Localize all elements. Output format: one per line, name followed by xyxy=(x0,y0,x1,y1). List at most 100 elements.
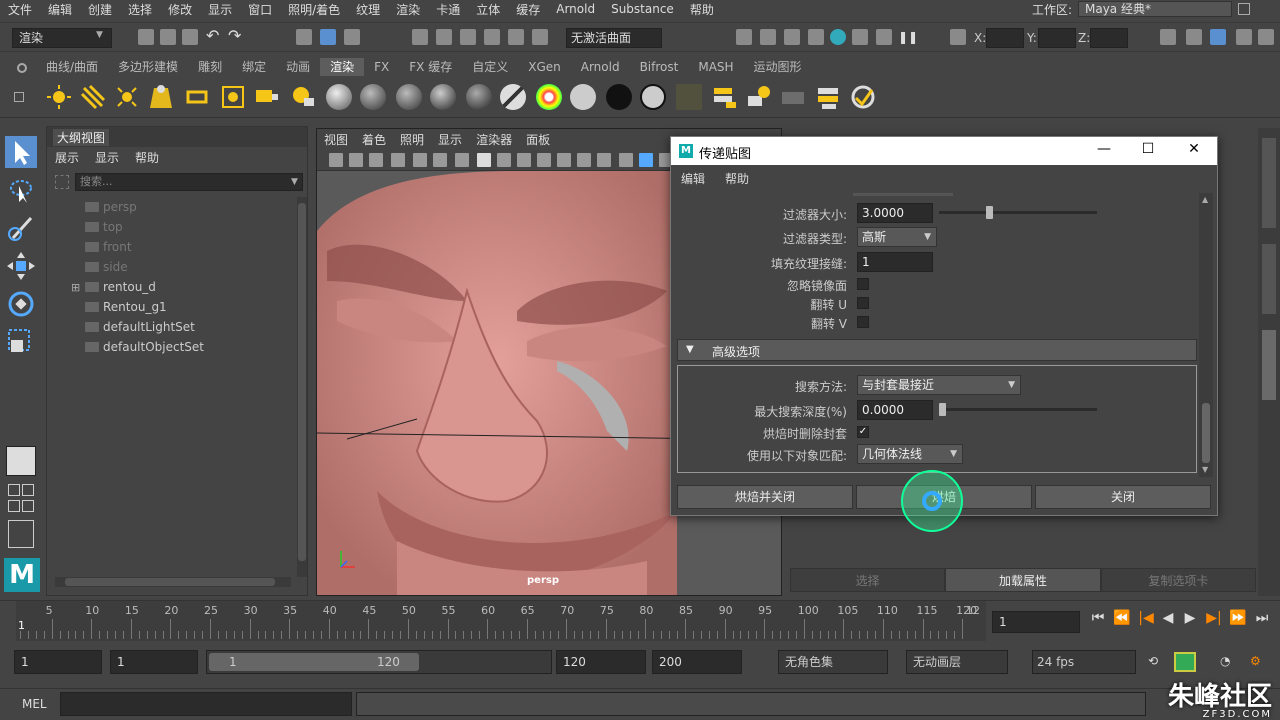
step-forward-frame-icon[interactable]: ▶| xyxy=(1204,610,1224,626)
playback-prefs-icon[interactable]: ⚙ xyxy=(1250,654,1266,670)
outliner-item[interactable]: Rentou_g1 xyxy=(85,297,167,317)
lasso-tool-icon[interactable] xyxy=(5,174,37,206)
menu-item-8[interactable]: 纹理 xyxy=(348,1,388,18)
menu-item-15[interactable]: 帮助 xyxy=(682,1,722,18)
render-setup-icon[interactable] xyxy=(254,84,280,110)
y-field[interactable] xyxy=(1038,28,1076,48)
dialog-scrollbar[interactable]: ▲ ▼ xyxy=(1199,193,1213,477)
outliner-layout-icon[interactable] xyxy=(8,500,20,512)
viewport-menu-5[interactable]: 面板 xyxy=(519,129,557,149)
viewport-menu-0[interactable]: 视图 xyxy=(317,129,355,149)
single-pane-layout-icon[interactable] xyxy=(6,446,36,476)
menu-item-5[interactable]: 显示 xyxy=(200,1,240,18)
minimize-icon[interactable]: — xyxy=(1089,141,1119,157)
select-tool-icon[interactable] xyxy=(5,136,37,168)
menu-item-9[interactable]: 渲染 xyxy=(388,1,428,18)
outliner-toggle-icon[interactable] xyxy=(1258,29,1274,45)
expand-icon[interactable]: ⊞ xyxy=(71,281,80,294)
filter-size-slider[interactable] xyxy=(939,211,1097,214)
use-background-icon[interactable] xyxy=(606,84,632,110)
assign-material-icon[interactable] xyxy=(712,84,738,110)
light-editor-icon[interactable] xyxy=(290,84,316,110)
auto-key-icon[interactable] xyxy=(1174,652,1196,672)
outliner-item[interactable]: front xyxy=(85,237,132,257)
shelf-tab-13[interactable]: 运动图形 xyxy=(744,58,812,76)
directional-light-icon[interactable] xyxy=(80,84,106,110)
flip-u-checkbox[interactable] xyxy=(857,297,869,309)
shelf-tab-12[interactable]: MASH xyxy=(688,58,743,76)
attribute-editor-icon[interactable] xyxy=(1186,29,1202,45)
two-pane-layout-icon[interactable] xyxy=(22,484,34,496)
shelf-tab-8[interactable]: 自定义 xyxy=(462,58,518,76)
snap-surface-icon[interactable] xyxy=(508,29,524,45)
menu-item-3[interactable]: 选择 xyxy=(120,1,160,18)
scale-tool-icon[interactable] xyxy=(5,326,37,358)
menu-item-1[interactable]: 编辑 xyxy=(40,1,80,18)
viewport-menu-4[interactable]: 渲染器 xyxy=(469,129,519,149)
menu-item-0[interactable]: 文件 xyxy=(0,1,40,18)
lock-icon[interactable] xyxy=(1238,3,1250,15)
step-forward-key-icon[interactable]: ⏩ xyxy=(1228,610,1248,626)
render-settings-icon[interactable] xyxy=(808,29,824,45)
layered-shader-icon[interactable] xyxy=(500,84,526,110)
play-backward-icon[interactable]: ◀ xyxy=(1158,610,1178,626)
menu-item-6[interactable]: 窗口 xyxy=(240,1,280,18)
viewport-menu-1[interactable]: 着色 xyxy=(355,129,393,149)
hypershade-icon[interactable] xyxy=(830,29,846,45)
select-object-icon[interactable] xyxy=(320,29,336,45)
shelf-tab-5[interactable]: 渲染 xyxy=(320,58,365,76)
phonge-material-icon[interactable] xyxy=(430,84,456,110)
step-back-frame-icon[interactable]: |◀ xyxy=(1136,610,1156,626)
go-to-end-icon[interactable]: ⏭ xyxy=(1252,610,1272,626)
maximize-icon[interactable]: ☐ xyxy=(1133,141,1163,157)
select-component-icon[interactable] xyxy=(344,29,360,45)
outliner-menu-display[interactable]: 显示 xyxy=(87,147,127,167)
tool-settings-icon[interactable] xyxy=(1236,29,1252,45)
filter-type-dropdown[interactable]: 高斯 xyxy=(857,227,937,247)
undo-icon[interactable]: ↶ xyxy=(206,28,222,45)
live-surface-field[interactable]: 无激活曲面 xyxy=(566,28,662,48)
ipr-render-icon[interactable] xyxy=(784,29,800,45)
shading-map-icon[interactable] xyxy=(640,84,666,110)
pause-icon[interactable]: ❚❚ xyxy=(898,30,918,44)
four-pane-layout-icon[interactable] xyxy=(8,484,20,496)
shelf-tab-2[interactable]: 雕刻 xyxy=(188,58,232,76)
fps-dropdown[interactable]: 24 fps xyxy=(1032,650,1136,674)
shelf-tab-10[interactable]: Arnold xyxy=(571,58,630,76)
dialog-menu-edit[interactable]: 编辑 xyxy=(671,167,715,189)
paint-select-tool-icon[interactable] xyxy=(5,212,37,244)
anim-start-field[interactable]: 1 xyxy=(14,650,102,674)
character-set-dropdown[interactable]: 无角色集 xyxy=(778,650,888,674)
transfer-maps-icon[interactable] xyxy=(850,84,876,110)
phong-material-icon[interactable] xyxy=(396,84,422,110)
match-using-dropdown[interactable]: 几何体法线 xyxy=(857,444,963,464)
outliner-h-scrollbar[interactable] xyxy=(55,577,291,587)
shelf-tab-1[interactable]: 多边形建模 xyxy=(108,58,188,76)
menu-item-4[interactable]: 修改 xyxy=(160,1,200,18)
bake-icon[interactable] xyxy=(746,84,772,110)
bake-and-close-button[interactable]: 烘焙并关闭 xyxy=(677,485,853,509)
outliner-item[interactable]: side xyxy=(85,257,128,277)
modeling-toolkit-side-tab[interactable] xyxy=(1262,244,1276,314)
menu-item-13[interactable]: Arnold xyxy=(548,2,603,16)
volume-light-icon[interactable] xyxy=(220,84,246,110)
snap-point-icon[interactable] xyxy=(460,29,476,45)
menu-item-14[interactable]: Substance xyxy=(603,2,682,16)
arnold-render-icon[interactable] xyxy=(876,29,892,45)
current-frame-field[interactable]: 1 xyxy=(992,611,1080,633)
outliner-item[interactable]: ⊞ rentou_d xyxy=(71,277,156,297)
rotate-tool-icon[interactable] xyxy=(5,288,37,320)
surface-shader-icon[interactable] xyxy=(570,84,596,110)
snap-view-icon[interactable] xyxy=(484,29,500,45)
loop-icon[interactable]: ⟲ xyxy=(1148,654,1164,670)
shelf-tab-3[interactable]: 绑定 xyxy=(232,58,276,76)
snap-grid-icon[interactable] xyxy=(412,29,428,45)
shelf-tab-0[interactable]: 曲线/曲面 xyxy=(36,58,108,76)
time-slider-track[interactable]: 5 10 15 20 25 30 35 40 45 50 55 60 65 70 75 80 85 90 95 100… xyxy=(16,601,986,641)
go-to-start-icon[interactable]: ⏮ xyxy=(1088,610,1108,626)
right-panel-tab-1[interactable]: 加载属性 xyxy=(945,568,1101,592)
mel-input[interactable] xyxy=(60,692,352,716)
outliner-menu-help[interactable]: 帮助 xyxy=(127,147,167,167)
convert-to-file-icon[interactable] xyxy=(816,84,842,110)
scroll-up-icon[interactable]: ▲ xyxy=(1202,195,1208,204)
